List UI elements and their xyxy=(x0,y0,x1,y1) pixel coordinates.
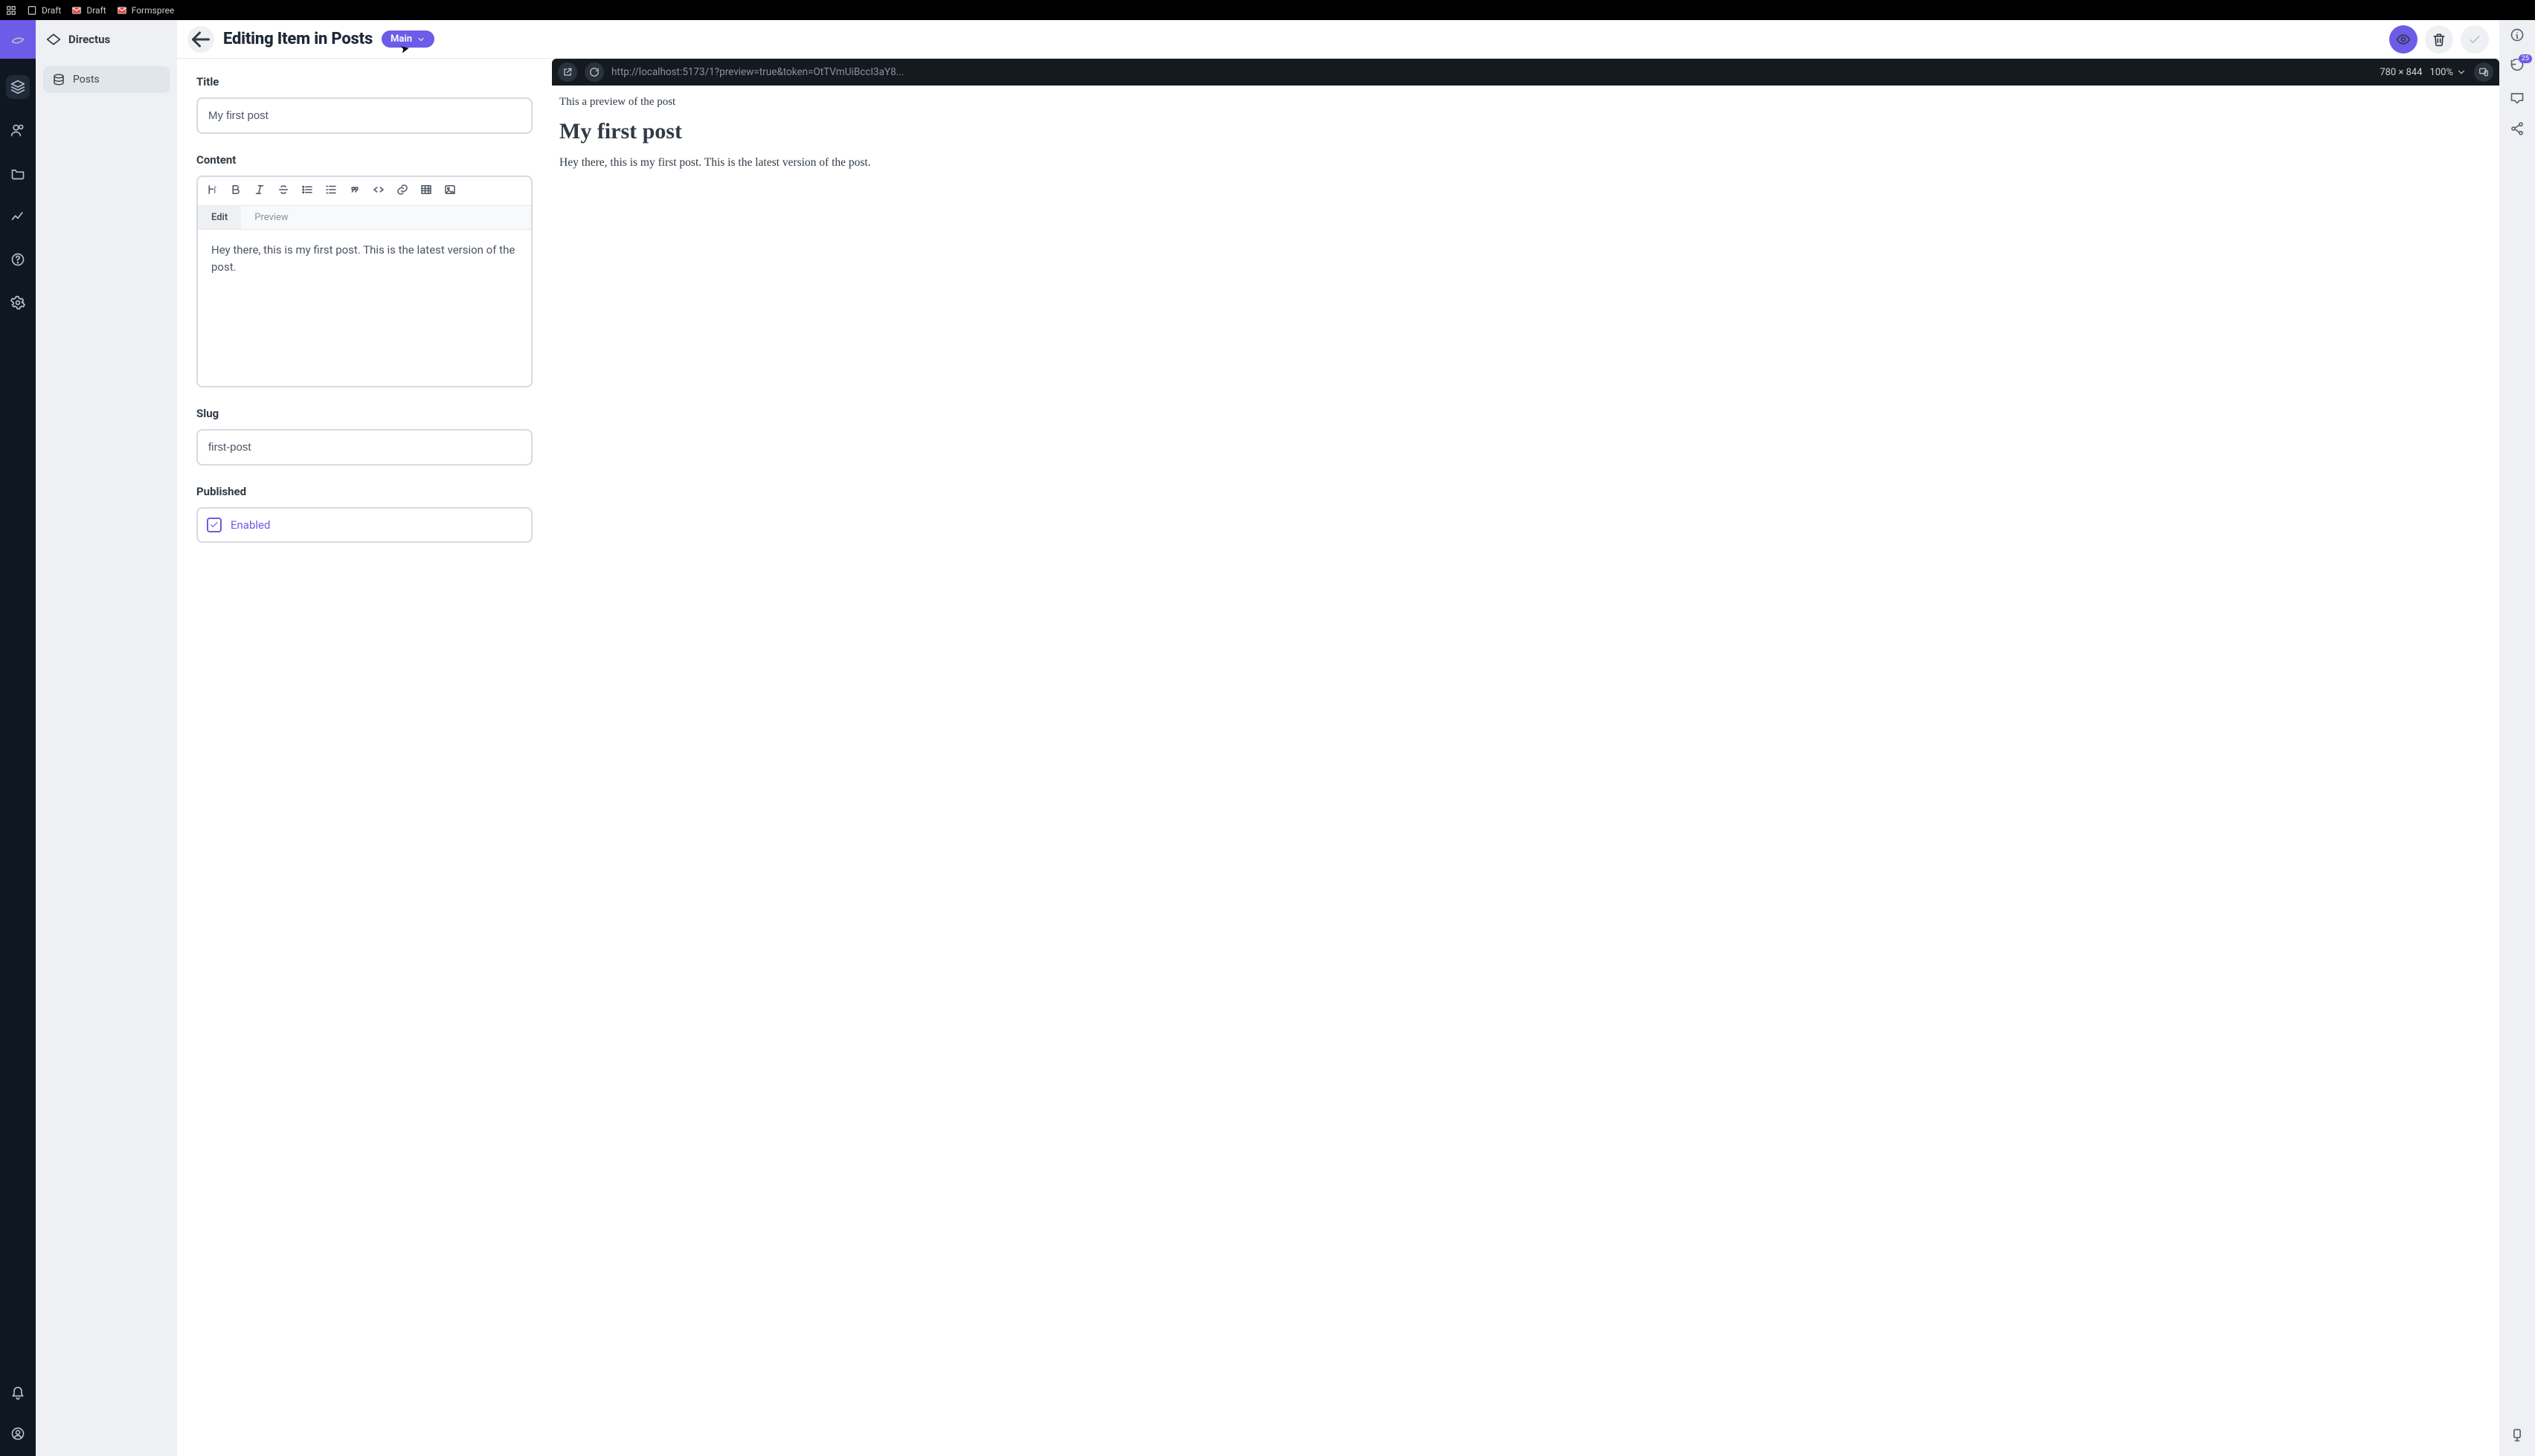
preview-panel: http://localhost:5173/1?preview=true&tok… xyxy=(552,59,2499,1456)
zoom-value: 100% xyxy=(2430,67,2453,78)
tab-formspree[interactable]: Formspree xyxy=(117,5,175,16)
tab-label: Formspree xyxy=(132,5,175,16)
slug-input[interactable] xyxy=(196,429,533,466)
editor-panel: Title Content xyxy=(177,59,552,1456)
preview-toolbar: http://localhost:5173/1?preview=true&tok… xyxy=(552,59,2499,86)
ordered-list-icon[interactable] xyxy=(324,183,338,199)
slug-label: Slug xyxy=(196,407,533,420)
strikethrough-icon[interactable] xyxy=(277,183,290,199)
sidebar-item-label: Posts xyxy=(73,74,100,86)
header-actions xyxy=(2389,25,2489,54)
editor-tabs: Edit Preview xyxy=(198,205,531,230)
page-header: Editing Item in Posts Main ➤ xyxy=(177,20,2499,59)
preview-url[interactable]: http://localhost:5173/1?preview=true&tok… xyxy=(611,66,2372,78)
nav-users-icon[interactable] xyxy=(6,118,30,142)
module-title: Directus xyxy=(36,20,177,59)
published-enabled-label: Enabled xyxy=(231,518,270,532)
nav-settings-icon[interactable] xyxy=(6,291,30,315)
published-label: Published xyxy=(196,485,533,498)
app-root: Directus Posts Editing Item in Posts Mai… xyxy=(0,20,2535,1456)
comments-icon[interactable] xyxy=(2510,90,2525,108)
field-title: Title xyxy=(196,75,533,134)
nav-rail xyxy=(0,20,36,1456)
open-external-button[interactable] xyxy=(558,62,577,82)
link-icon[interactable] xyxy=(396,183,409,199)
tab-draft-2[interactable]: Draft xyxy=(71,5,106,16)
tab-preview[interactable]: Preview xyxy=(241,206,301,229)
right-rail: 25 xyxy=(2499,20,2535,1456)
preview-note: This a preview of the post xyxy=(559,96,2492,109)
nav-help-icon[interactable] xyxy=(6,248,30,271)
quote-icon[interactable] xyxy=(348,183,362,199)
published-checkbox[interactable]: Enabled xyxy=(196,507,533,543)
save-button[interactable] xyxy=(2461,25,2489,54)
editor-toolbar xyxy=(198,177,531,205)
nav-account-icon[interactable] xyxy=(6,1422,30,1446)
tab-draft-1[interactable]: Draft xyxy=(27,5,61,16)
title-input[interactable] xyxy=(196,97,533,134)
markdown-editor: Edit Preview Hey there, this is my first… xyxy=(196,175,533,387)
refresh-button[interactable] xyxy=(585,62,604,82)
content-label: Content xyxy=(196,153,533,167)
nav-files-icon[interactable] xyxy=(6,161,30,185)
title-label: Title xyxy=(196,75,533,88)
info-icon[interactable] xyxy=(2510,28,2525,45)
italic-icon[interactable] xyxy=(253,183,266,199)
field-published: Published Enabled xyxy=(196,485,533,543)
delete-button[interactable] xyxy=(2425,25,2453,54)
field-content: Content xyxy=(196,153,533,387)
checkbox-icon xyxy=(207,518,222,532)
apps-icon[interactable] xyxy=(6,5,16,16)
nav-notifications-icon[interactable] xyxy=(6,1382,30,1405)
preview-dimensions: 780 × 844 xyxy=(2380,67,2422,78)
tab-label: Draft xyxy=(86,5,106,16)
share-icon[interactable] xyxy=(2510,121,2525,139)
nav-content-icon[interactable] xyxy=(6,75,30,99)
nav-insights-icon[interactable] xyxy=(6,204,30,228)
chevron-down-icon xyxy=(2456,67,2467,77)
content-textarea[interactable]: Hey there, this is my first post. This i… xyxy=(198,230,531,386)
image-icon[interactable] xyxy=(443,183,457,199)
chevron-down-icon xyxy=(417,35,425,44)
brand-logo[interactable] xyxy=(0,20,36,59)
revisions-icon[interactable]: 25 xyxy=(2510,59,2525,77)
tab-edit[interactable]: Edit xyxy=(198,206,241,229)
version-chip-label: Main xyxy=(391,33,412,45)
cursor-icon: ➤ xyxy=(400,43,411,56)
below-header: Title Content xyxy=(177,59,2499,1456)
page-title: Editing Item in Posts xyxy=(223,30,373,48)
field-slug: Slug xyxy=(196,407,533,466)
bold-icon[interactable] xyxy=(229,183,242,199)
table-icon[interactable] xyxy=(420,183,433,199)
bullet-list-icon[interactable] xyxy=(301,183,314,199)
back-button[interactable] xyxy=(187,26,214,53)
zoom-dropdown[interactable]: 100% xyxy=(2430,67,2467,78)
os-menubar: Draft Draft Formspree xyxy=(0,0,2535,20)
preview-iframe[interactable]: This a preview of the post My first post… xyxy=(552,86,2499,1456)
preview-heading: My first post xyxy=(559,119,2492,144)
collections-panel: Directus Posts xyxy=(36,20,177,1456)
sidebar-item-posts[interactable]: Posts xyxy=(43,66,170,93)
version-chip[interactable]: Main ➤ xyxy=(382,30,434,48)
device-toggle-button[interactable] xyxy=(2474,62,2493,82)
tab-label: Draft xyxy=(42,5,61,16)
module-title-text: Directus xyxy=(68,33,110,46)
flows-icon[interactable] xyxy=(2510,1428,2525,1446)
live-preview-button[interactable] xyxy=(2389,25,2417,54)
stage: Editing Item in Posts Main ➤ xyxy=(177,20,2499,1456)
revisions-count-badge: 25 xyxy=(2519,54,2532,63)
preview-body-text: Hey there, this is my first post. This i… xyxy=(559,156,2492,170)
code-icon[interactable] xyxy=(372,183,385,199)
heading-icon[interactable] xyxy=(205,183,219,199)
